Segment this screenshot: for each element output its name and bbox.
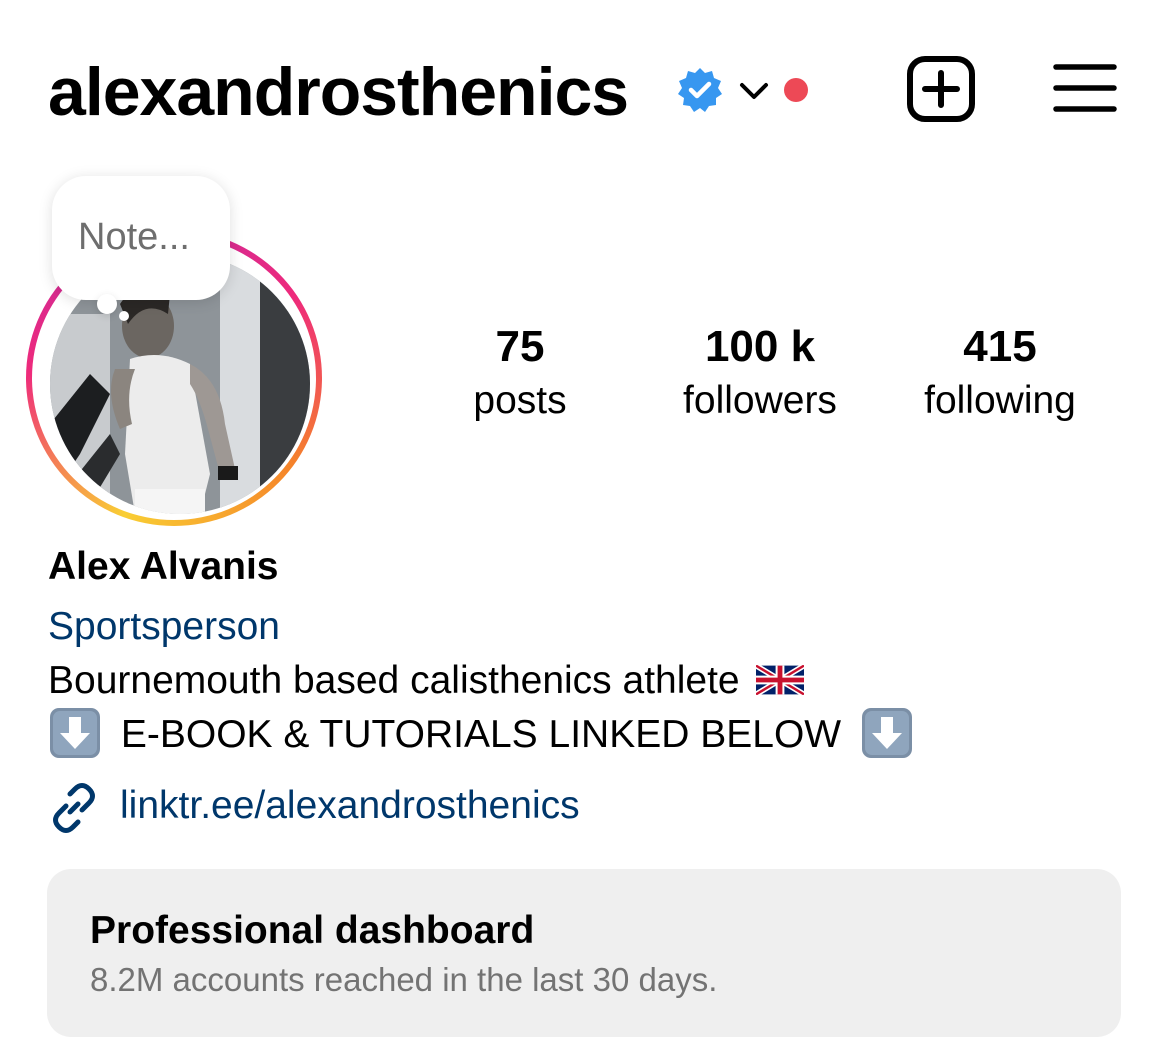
link-icon: [53, 783, 95, 833]
bio-line-2-text: E-BOOK & TUTORIALS LINKED BELOW: [120, 713, 842, 756]
stat-posts[interactable]: 75 posts: [400, 320, 640, 428]
stat-following[interactable]: 415 following: [880, 320, 1120, 428]
uk-flag-icon: [756, 664, 805, 695]
note-bubble-tail: [97, 294, 117, 314]
stat-following-count: 415: [963, 322, 1037, 371]
profile-username[interactable]: alexandrosthenics: [48, 52, 629, 132]
stat-followers-label: followers: [683, 379, 837, 422]
down-arrow-emoji-icon: [50, 707, 100, 758]
professional-dashboard-card[interactable]: Professional dashboard 8.2M accounts rea…: [47, 869, 1121, 1037]
stat-followers-count: 100 k: [704, 322, 816, 371]
down-arrow-emoji-icon: [861, 707, 912, 758]
note-bubble[interactable]: Note...: [52, 176, 230, 300]
dashboard-subtitle: 8.2M accounts reached in the last 30 day…: [90, 961, 718, 998]
dashboard-title: Professional dashboard: [90, 909, 535, 952]
notification-dot: [784, 78, 808, 102]
stat-posts-count: 75: [495, 322, 545, 371]
bio-line-1-text: Bournemouth based calisthenics athlete: [48, 659, 740, 702]
profile-link[interactable]: linktr.ee/alexandrosthenics: [120, 784, 580, 828]
plus-square-icon[interactable]: [906, 56, 976, 122]
verified-badge-icon: [678, 68, 722, 112]
stat-following-label: following: [924, 379, 1076, 422]
stat-posts-label: posts: [473, 379, 567, 422]
stat-followers[interactable]: 100 k followers: [640, 320, 880, 428]
note-placeholder: Note...: [78, 216, 190, 258]
bio-line-1: Bournemouth based calisthenics athlete: [48, 659, 805, 703]
hamburger-menu-icon[interactable]: [1053, 62, 1117, 114]
note-bubble-tail-small: [119, 311, 129, 321]
chevron-down-icon[interactable]: [737, 76, 771, 106]
profile-category[interactable]: Sportsperson: [48, 605, 280, 649]
bio-line-2: E-BOOK & TUTORIALS LINKED BELOW: [48, 707, 914, 760]
profile-display-name: Alex Alvanis: [48, 545, 279, 588]
